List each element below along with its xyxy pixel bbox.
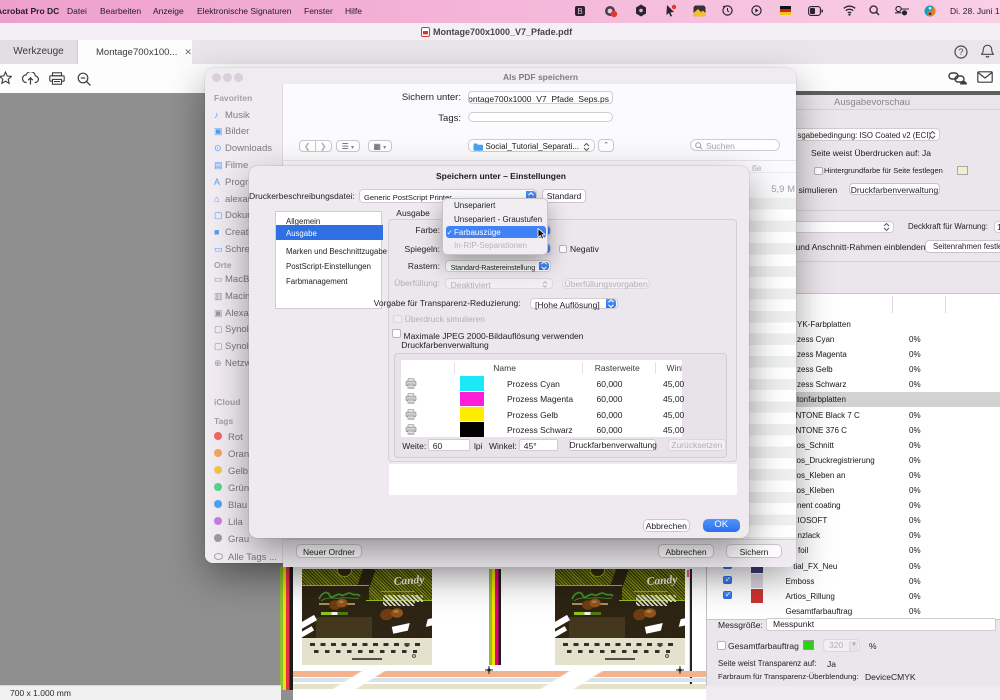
svg-text:B: B xyxy=(577,7,582,16)
svg-text:Candy: Candy xyxy=(393,574,425,588)
svg-text:?: ? xyxy=(958,47,963,57)
svg-text:Candy: Candy xyxy=(646,574,678,588)
